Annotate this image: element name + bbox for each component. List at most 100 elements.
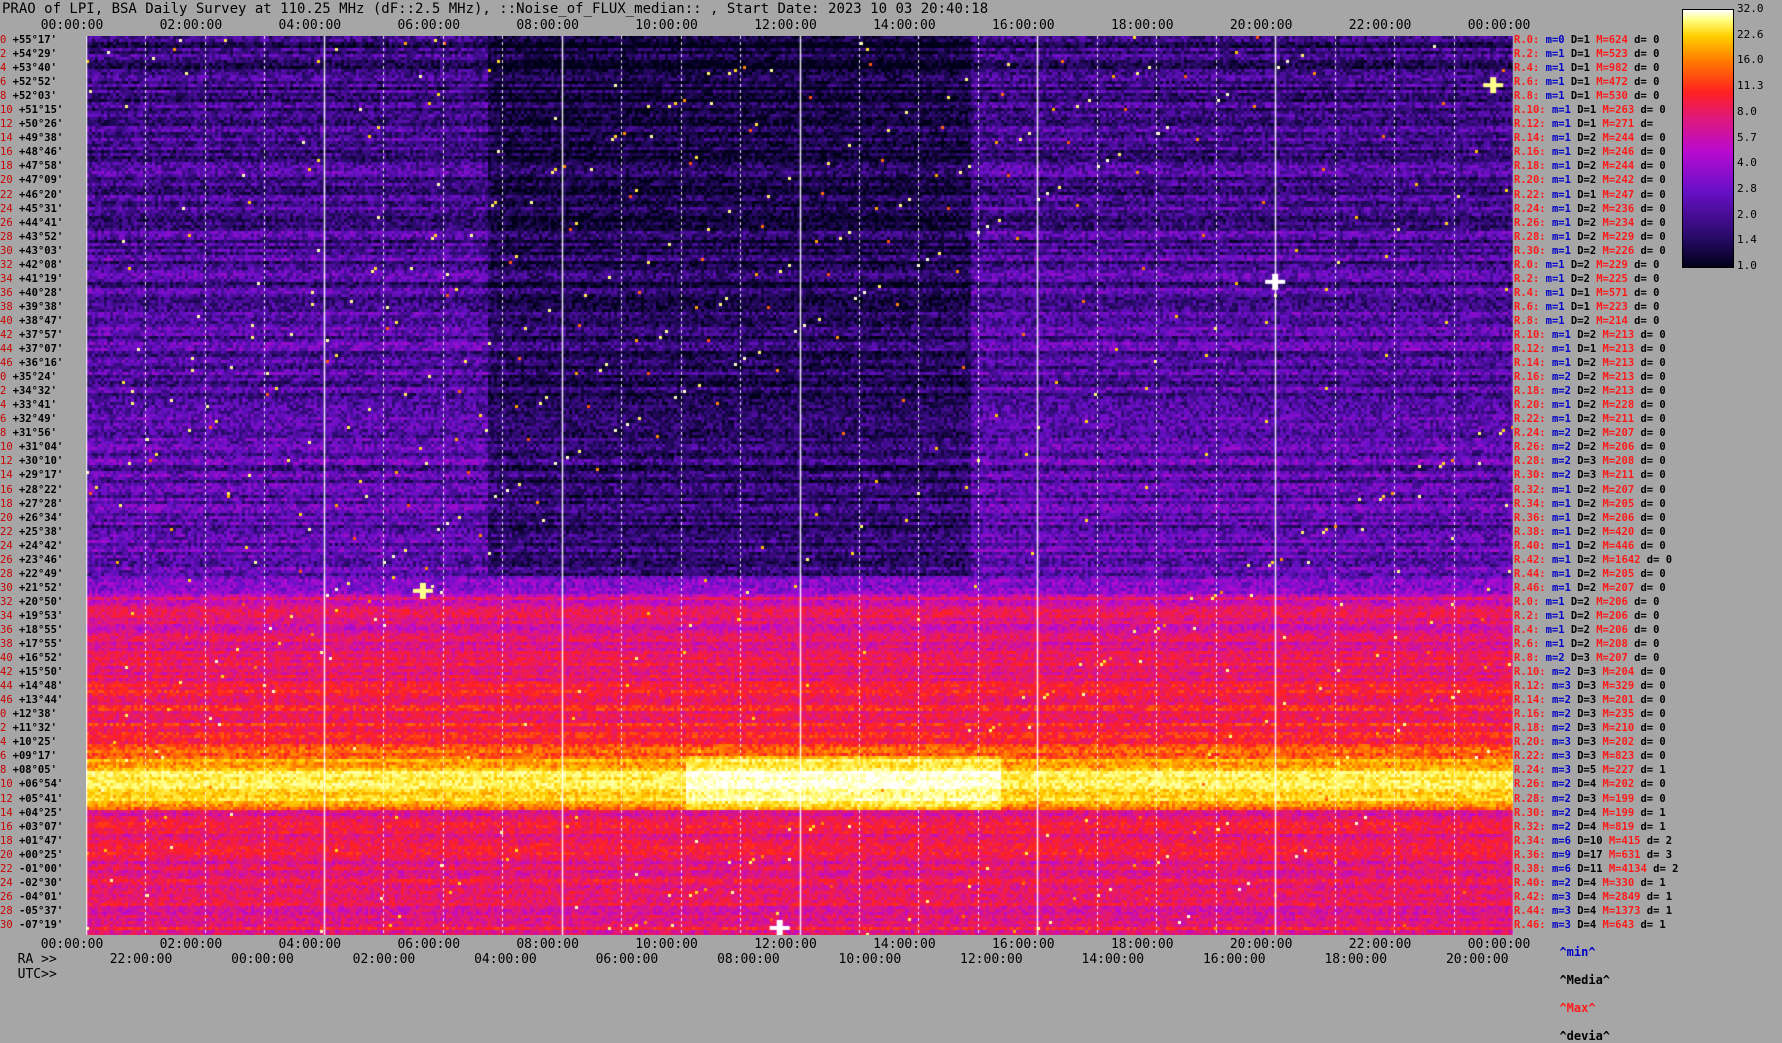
declination-label: 8 +31°56' xyxy=(0,427,84,439)
ray-min: m=1 xyxy=(1545,90,1565,103)
ray-median: D=4 xyxy=(1577,876,1597,889)
ray-median: D=2 xyxy=(1577,202,1597,215)
ray-min: m=3 xyxy=(1551,680,1571,693)
ray-name: R.6: xyxy=(1514,76,1540,89)
ray-deviation: d= 0 xyxy=(1634,300,1660,313)
ra-axis-tick: 20:00:00 xyxy=(1229,937,1293,952)
ray-median: D=3 xyxy=(1577,680,1597,693)
ray-name: R.12: xyxy=(1514,118,1546,131)
ray-median: D=2 xyxy=(1577,497,1597,510)
ray-stat-row: R.28: m=2 D=3 M=199 d= 0 xyxy=(1514,793,1666,805)
declination-label: 16 +28°22' xyxy=(0,484,84,496)
declination-label: 36 +40°28' xyxy=(0,287,84,299)
row-index: 16 xyxy=(0,146,13,159)
ray-max: M=201 xyxy=(1602,694,1635,707)
ray-min: m=2 xyxy=(1545,652,1565,665)
ray-deviation: d= 0 xyxy=(1640,104,1666,117)
ray-median: D=2 xyxy=(1577,216,1597,229)
colorbar-tick: 11.3 xyxy=(1737,79,1764,93)
declination-label: 26 -04°01' xyxy=(0,891,84,903)
ray-name: R.0: xyxy=(1514,258,1540,271)
row-index: 34 xyxy=(0,609,13,622)
ray-min: m=3 xyxy=(1551,750,1571,763)
ray-min: m=1 xyxy=(1551,188,1571,201)
ray-name: R.4: xyxy=(1514,286,1540,299)
row-index: 16 xyxy=(0,483,13,496)
row-index: 12 xyxy=(0,792,13,805)
top-axis-tick: 06:00:00 xyxy=(397,18,461,33)
ray-stat-row: R.40: m=2 D=4 M=330 d= 1 xyxy=(1514,877,1666,889)
ray-median: D=3 xyxy=(1577,666,1597,679)
ray-deviation: d= 0 xyxy=(1634,258,1660,271)
ray-name: R.20: xyxy=(1514,399,1546,412)
ray-min: m=3 xyxy=(1551,890,1571,903)
ray-name: R.2: xyxy=(1514,272,1540,285)
declination-label: 40 +16°52' xyxy=(0,652,84,664)
ray-median: D=2 xyxy=(1577,581,1597,594)
declination-value: +23°46' xyxy=(12,553,64,566)
row-index: 32 xyxy=(0,595,13,608)
ray-deviation: d= 0 xyxy=(1640,708,1666,721)
ray-max: M=199 xyxy=(1602,792,1635,805)
ray-median: D=1 xyxy=(1570,48,1590,61)
ray-median: D=1 xyxy=(1577,118,1597,131)
ray-stat-row: R.46: m=3 D=4 M=643 d= 1 xyxy=(1514,919,1666,931)
ray-deviation: d= 0 xyxy=(1640,385,1666,398)
ray-min: m=2 xyxy=(1551,820,1571,833)
ray-name: R.30: xyxy=(1514,806,1546,819)
declination-label: 32 +42°08' xyxy=(0,259,84,271)
ray-name: R.4: xyxy=(1514,623,1540,636)
ray-name: R.30: xyxy=(1514,244,1546,257)
ray-max: M=213 xyxy=(1602,385,1635,398)
ray-median: D=4 xyxy=(1577,890,1597,903)
top-axis-tick: 16:00:00 xyxy=(992,18,1055,33)
ray-median: D=1 xyxy=(1570,62,1590,75)
ray-median: D=3 xyxy=(1577,792,1597,805)
row-index: 44 xyxy=(0,680,13,693)
declination-label: 36 +18°55' xyxy=(0,624,84,636)
ray-median: D=4 xyxy=(1577,820,1597,833)
row-index: 22 xyxy=(0,862,13,875)
utc-axis-tick: 06:00:00 xyxy=(595,952,659,967)
ray-min: m=2 xyxy=(1551,469,1571,482)
ray-deviation: d= 0 xyxy=(1640,230,1666,243)
ray-min: m=2 xyxy=(1551,371,1571,384)
ray-min: m=1 xyxy=(1545,300,1565,313)
ray-name: R.20: xyxy=(1514,174,1546,187)
declination-label: 12 +05°41' xyxy=(0,793,84,805)
ray-max: M=472 xyxy=(1596,76,1628,89)
ray-stat-row: R.0: m=1 D=2 M=206 d= 0 xyxy=(1514,596,1659,608)
declination-value: +43°03' xyxy=(12,244,64,257)
ray-deviation: d= 0 xyxy=(1640,539,1666,552)
ray-min: m=1 xyxy=(1551,483,1571,496)
ray-max: M=211 xyxy=(1602,469,1635,482)
ray-median: D=2 xyxy=(1577,385,1597,398)
ray-deviation: d= 0 xyxy=(1634,314,1660,327)
ray-median: D=1 xyxy=(1570,34,1590,46)
ray-median: D=3 xyxy=(1577,708,1597,721)
ray-min: m=3 xyxy=(1551,764,1571,777)
ray-min: m=2 xyxy=(1551,441,1571,454)
ray-name: R.40: xyxy=(1514,876,1546,889)
ray-deviation: d= 1 xyxy=(1646,890,1673,903)
ray-median: D=3 xyxy=(1577,455,1597,468)
top-axis-tick: 00:00:00 xyxy=(1467,18,1531,33)
ray-max: M=213 xyxy=(1602,371,1635,384)
declination-value: +13°44' xyxy=(12,694,64,707)
declination-value: +16°52' xyxy=(12,652,64,665)
ray-stat-row: R.12: m=1 D=1 M=271 d= xyxy=(1514,118,1653,130)
top-axis-tick: 08:00:00 xyxy=(516,18,579,33)
ray-stat-row: R.20: m=1 D=2 M=242 d= 0 xyxy=(1514,174,1666,186)
ray-name: R.28: xyxy=(1514,455,1546,468)
ray-deviation: d= 0 xyxy=(1640,581,1666,594)
ray-stat-row: R.36: m=1 D=2 M=206 d= 0 xyxy=(1514,512,1666,524)
declination-label: 10 +06°54' xyxy=(0,778,84,790)
declination-label: 26 +23°46' xyxy=(0,554,84,566)
declination-label: 2 +54°29' xyxy=(0,48,84,60)
ray-max: M=207 xyxy=(1602,581,1635,594)
row-index: 10 xyxy=(0,441,13,454)
ray-max: M=1642 xyxy=(1602,553,1641,566)
declination-value: -01°00' xyxy=(12,862,64,875)
ray-deviation: d= 0 xyxy=(1640,694,1666,707)
row-index: 42 xyxy=(0,328,13,341)
